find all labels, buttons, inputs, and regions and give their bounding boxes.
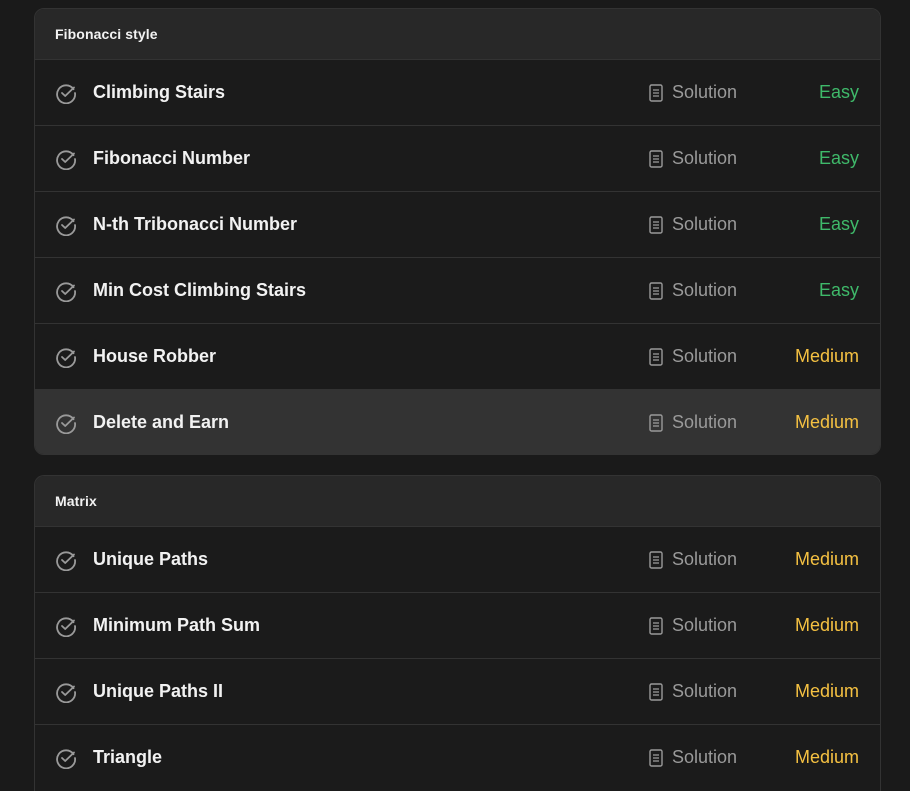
- difficulty-badge: Easy: [818, 280, 859, 300]
- problem-title[interactable]: Unique Paths II: [93, 681, 223, 702]
- problem-row[interactable]: Triangle Solution Medium: [35, 724, 880, 790]
- solution-label: Solution: [672, 549, 738, 569]
- solution-label: Solution: [672, 280, 738, 300]
- section-title: Matrix: [55, 493, 97, 509]
- document-icon: [649, 413, 663, 432]
- check-circle-icon: [56, 281, 76, 302]
- document-icon: [649, 748, 663, 767]
- check-circle-icon: [56, 682, 76, 703]
- solution-link[interactable]: Solution: [649, 681, 737, 702]
- document-icon: [649, 616, 663, 635]
- check-circle-icon: [56, 550, 76, 571]
- problem-title[interactable]: House Robber: [93, 346, 216, 367]
- problem-title[interactable]: Fibonacci Number: [93, 148, 250, 169]
- problem-row[interactable]: Climbing Stairs Solution Easy: [35, 59, 880, 125]
- document-icon: [649, 83, 663, 102]
- problem-title[interactable]: Climbing Stairs: [93, 82, 225, 103]
- problem-row[interactable]: Fibonacci Number Solution Easy: [35, 125, 880, 191]
- problem-title[interactable]: N-th Tribonacci Number: [93, 214, 297, 235]
- document-icon: [649, 550, 663, 569]
- problem-row[interactable]: Unique Paths Solution Medium: [35, 526, 880, 592]
- problem-title[interactable]: Triangle: [93, 747, 162, 768]
- check-circle-icon: [56, 149, 76, 170]
- problem-list-page: Fibonacci style Climbing Stairs Solution…: [0, 0, 910, 791]
- difficulty-badge: Medium: [794, 747, 859, 767]
- problem-row[interactable]: Delete and Earn Solution Medium: [35, 389, 880, 454]
- section-header: Fibonacci style: [35, 9, 880, 59]
- solution-label: Solution: [672, 148, 738, 168]
- problem-title[interactable]: Minimum Path Sum: [93, 615, 260, 636]
- solution-link[interactable]: Solution: [649, 82, 737, 103]
- solution-label: Solution: [672, 412, 738, 432]
- problem-row[interactable]: House Robber Solution Medium: [35, 323, 880, 389]
- difficulty-badge: Medium: [794, 549, 859, 569]
- section-header: Matrix: [35, 476, 880, 526]
- difficulty-badge: Easy: [818, 214, 859, 234]
- solution-link[interactable]: Solution: [649, 148, 737, 169]
- difficulty-badge: Medium: [794, 412, 859, 432]
- document-icon: [649, 149, 663, 168]
- section-title: Fibonacci style: [55, 26, 158, 42]
- solution-label: Solution: [672, 214, 738, 234]
- check-circle-icon: [56, 616, 76, 637]
- solution-link[interactable]: Solution: [649, 412, 737, 433]
- document-icon: [649, 682, 663, 701]
- problem-title[interactable]: Min Cost Climbing Stairs: [93, 280, 306, 301]
- difficulty-badge: Easy: [818, 82, 859, 102]
- solution-label: Solution: [672, 615, 738, 635]
- document-icon: [649, 215, 663, 234]
- solution-link[interactable]: Solution: [649, 747, 737, 768]
- problem-title[interactable]: Unique Paths: [93, 549, 208, 570]
- check-circle-icon: [56, 347, 76, 368]
- problem-row[interactable]: N-th Tribonacci Number Solution Easy: [35, 191, 880, 257]
- check-circle-icon: [56, 83, 76, 104]
- section-matrix: Matrix Unique Paths Solution Medium Mini…: [34, 475, 881, 791]
- document-icon: [649, 281, 663, 300]
- difficulty-badge: Easy: [818, 148, 859, 168]
- problem-title[interactable]: Delete and Earn: [93, 412, 229, 433]
- difficulty-badge: Medium: [794, 615, 859, 635]
- solution-link[interactable]: Solution: [649, 280, 737, 301]
- solution-label: Solution: [672, 82, 738, 102]
- problem-row[interactable]: Min Cost Climbing Stairs Solution Easy: [35, 257, 880, 323]
- solution-link[interactable]: Solution: [649, 346, 737, 367]
- check-circle-icon: [56, 215, 76, 236]
- problem-row[interactable]: Unique Paths II Solution Medium: [35, 658, 880, 724]
- solution-label: Solution: [672, 747, 738, 767]
- solution-label: Solution: [672, 681, 738, 701]
- difficulty-badge: Medium: [794, 346, 859, 366]
- solution-link[interactable]: Solution: [649, 549, 737, 570]
- problem-row[interactable]: Minimum Path Sum Solution Medium: [35, 592, 880, 658]
- check-circle-icon: [56, 413, 76, 434]
- section-fibonacci-style: Fibonacci style Climbing Stairs Solution…: [34, 8, 881, 455]
- solution-link[interactable]: Solution: [649, 214, 737, 235]
- check-circle-icon: [56, 748, 76, 769]
- document-icon: [649, 347, 663, 366]
- difficulty-badge: Medium: [794, 681, 859, 701]
- solution-label: Solution: [672, 346, 738, 366]
- solution-link[interactable]: Solution: [649, 615, 737, 636]
